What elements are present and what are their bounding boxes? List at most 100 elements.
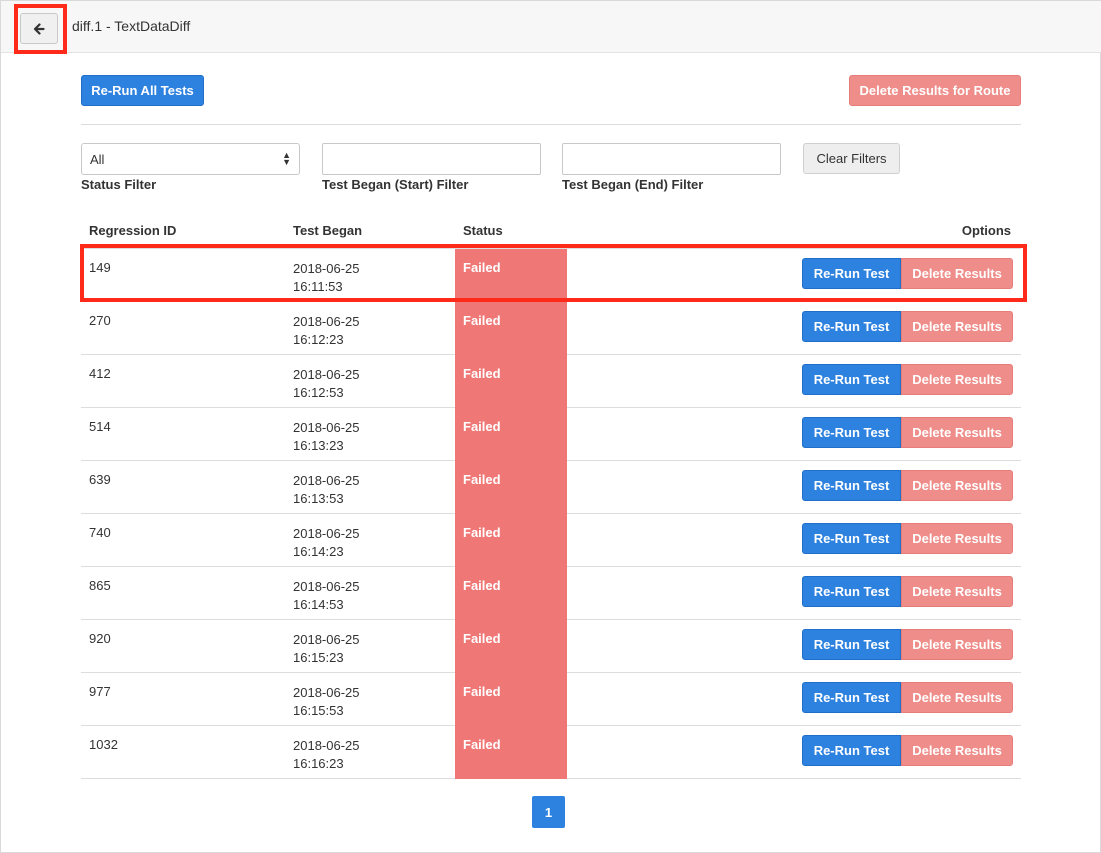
table-row: 270 2018-06-25 16:12:23 Failed Re-Run Test De… bbox=[81, 302, 1021, 355]
clear-filters-button[interactable]: Clear Filters bbox=[803, 143, 900, 174]
regression-id-cell: 639 bbox=[89, 472, 111, 487]
test-began-cell: 2018-06-25 16:15:23 bbox=[293, 631, 413, 667]
status-cell: Failed bbox=[455, 620, 567, 673]
regression-id-cell: 1032 bbox=[89, 737, 118, 752]
test-began-end-input[interactable] bbox=[562, 143, 781, 175]
status-cell: Failed bbox=[455, 673, 567, 726]
table-row: 865 2018-06-25 16:14:53 Failed Re-Run Test De… bbox=[81, 567, 1021, 620]
row-options: Re-Run Test Delete Results bbox=[802, 735, 1013, 766]
table-row: 639 2018-06-25 16:13:53 Failed Re-Run Test De… bbox=[81, 461, 1021, 514]
test-began-time: 16:16:23 bbox=[293, 756, 344, 771]
test-began-time: 16:15:23 bbox=[293, 650, 344, 665]
page-title: diff.1 - TextDataDiff bbox=[72, 18, 191, 34]
regression-id-cell: 149 bbox=[89, 260, 111, 275]
delete-results-button[interactable]: Delete Results bbox=[901, 576, 1013, 607]
rerun-test-button[interactable]: Re-Run Test bbox=[802, 735, 901, 766]
test-began-date: 2018-06-25 bbox=[293, 685, 360, 700]
test-began-cell: 2018-06-25 16:12:23 bbox=[293, 313, 413, 349]
start-filter-label: Test Began (Start) Filter bbox=[322, 177, 469, 192]
rerun-test-button[interactable]: Re-Run Test bbox=[802, 311, 901, 342]
test-began-time: 16:15:53 bbox=[293, 703, 344, 718]
table-row: 920 2018-06-25 16:15:23 Failed Re-Run Test De… bbox=[81, 620, 1021, 673]
pagination-page-button[interactable]: 1 bbox=[532, 796, 565, 828]
test-began-date: 2018-06-25 bbox=[293, 526, 360, 541]
delete-results-button[interactable]: Delete Results bbox=[901, 735, 1013, 766]
delete-results-button[interactable]: Delete Results bbox=[901, 682, 1013, 713]
regression-id-cell: 270 bbox=[89, 313, 111, 328]
delete-results-button[interactable]: Delete Results bbox=[901, 523, 1013, 554]
toolbar-divider bbox=[81, 124, 1021, 125]
test-began-date: 2018-06-25 bbox=[293, 632, 360, 647]
test-began-date: 2018-06-25 bbox=[293, 261, 360, 276]
regression-id-cell: 920 bbox=[89, 631, 111, 646]
status-cell: Failed bbox=[455, 461, 567, 514]
table-row: 740 2018-06-25 16:14:23 Failed Re-Run Test De… bbox=[81, 514, 1021, 567]
rerun-test-button[interactable]: Re-Run Test bbox=[802, 417, 901, 448]
status-cell: Failed bbox=[455, 567, 567, 620]
rerun-test-button[interactable]: Re-Run Test bbox=[802, 364, 901, 395]
test-began-time: 16:11:53 bbox=[293, 279, 343, 294]
delete-results-button[interactable]: Delete Results bbox=[901, 629, 1013, 660]
column-header-options: Options bbox=[961, 223, 1011, 238]
app-window: diff.1 - TextDataDiff Re-Run All Tests D… bbox=[0, 0, 1101, 853]
row-options: Re-Run Test Delete Results bbox=[802, 576, 1013, 607]
test-began-date: 2018-06-25 bbox=[293, 314, 360, 329]
status-filter-value: All bbox=[90, 151, 105, 167]
select-arrows-icon: ▲ ▼ bbox=[282, 150, 291, 167]
delete-results-button[interactable]: Delete Results bbox=[901, 417, 1013, 448]
status-cell: Failed bbox=[455, 514, 567, 567]
delete-results-button[interactable]: Delete Results bbox=[901, 311, 1013, 342]
column-header-test-began: Test Began bbox=[293, 223, 363, 238]
status-filter-label: Status Filter bbox=[81, 177, 157, 192]
delete-results-button[interactable]: Delete Results bbox=[901, 258, 1013, 289]
regression-id-cell: 977 bbox=[89, 684, 111, 699]
rerun-test-button[interactable]: Re-Run Test bbox=[802, 576, 901, 607]
table-row: 412 2018-06-25 16:12:53 Failed Re-Run Test De… bbox=[81, 355, 1021, 408]
test-began-date: 2018-06-25 bbox=[293, 473, 360, 488]
column-header-regression-id: Regression ID bbox=[89, 223, 177, 238]
row-options: Re-Run Test Delete Results bbox=[802, 311, 1013, 342]
test-began-time: 16:14:23 bbox=[293, 544, 344, 559]
end-filter-label: Test Began (End) Filter bbox=[562, 177, 704, 192]
row-options: Re-Run Test Delete Results bbox=[802, 629, 1013, 660]
test-began-time: 16:13:53 bbox=[293, 491, 344, 506]
status-cell: Failed bbox=[455, 302, 567, 355]
delete-results-button[interactable]: Delete Results bbox=[901, 470, 1013, 501]
row-options: Re-Run Test Delete Results bbox=[802, 258, 1013, 289]
test-began-cell: 2018-06-25 16:13:23 bbox=[293, 419, 413, 455]
regression-id-cell: 514 bbox=[89, 419, 111, 434]
test-began-cell: 2018-06-25 16:15:53 bbox=[293, 684, 413, 720]
test-began-date: 2018-06-25 bbox=[293, 579, 360, 594]
delete-results-button[interactable]: Delete Results bbox=[901, 364, 1013, 395]
column-header-status: Status bbox=[463, 223, 503, 238]
status-filter-select[interactable]: All ▲ ▼ bbox=[81, 143, 300, 175]
status-cell: Failed bbox=[455, 249, 567, 302]
rerun-test-button[interactable]: Re-Run Test bbox=[802, 523, 901, 554]
test-began-cell: 2018-06-25 16:16:23 bbox=[293, 737, 413, 773]
regression-id-cell: 865 bbox=[89, 578, 111, 593]
rerun-test-button[interactable]: Re-Run Test bbox=[802, 470, 901, 501]
test-began-start-input[interactable] bbox=[322, 143, 541, 175]
row-options: Re-Run Test Delete Results bbox=[802, 523, 1013, 554]
table-row: 149 2018-06-25 16:11:53 Failed Re-Run Test De… bbox=[81, 249, 1021, 302]
test-began-cell: 2018-06-25 16:14:53 bbox=[293, 578, 413, 614]
row-options: Re-Run Test Delete Results bbox=[802, 364, 1013, 395]
regression-id-cell: 740 bbox=[89, 525, 111, 540]
header-bar: diff.1 - TextDataDiff bbox=[1, 1, 1101, 53]
row-options: Re-Run Test Delete Results bbox=[802, 682, 1013, 713]
status-cell: Failed bbox=[455, 408, 567, 461]
test-began-date: 2018-06-25 bbox=[293, 738, 360, 753]
test-began-cell: 2018-06-25 16:11:53 bbox=[293, 260, 413, 296]
delete-results-for-route-button[interactable]: Delete Results for Route bbox=[849, 75, 1021, 106]
rerun-test-button[interactable]: Re-Run Test bbox=[802, 682, 901, 713]
rerun-test-button[interactable]: Re-Run Test bbox=[802, 629, 901, 660]
table-row: 514 2018-06-25 16:13:23 Failed Re-Run Test De… bbox=[81, 408, 1021, 461]
rerun-test-button[interactable]: Re-Run Test bbox=[802, 258, 901, 289]
back-button-highlight bbox=[14, 4, 67, 54]
rerun-all-tests-button[interactable]: Re-Run All Tests bbox=[81, 75, 204, 106]
test-began-cell: 2018-06-25 16:12:53 bbox=[293, 366, 413, 402]
test-began-time: 16:12:23 bbox=[293, 332, 344, 347]
test-began-date: 2018-06-25 bbox=[293, 420, 360, 435]
status-cell: Failed bbox=[455, 726, 567, 779]
test-began-cell: 2018-06-25 16:14:23 bbox=[293, 525, 413, 561]
